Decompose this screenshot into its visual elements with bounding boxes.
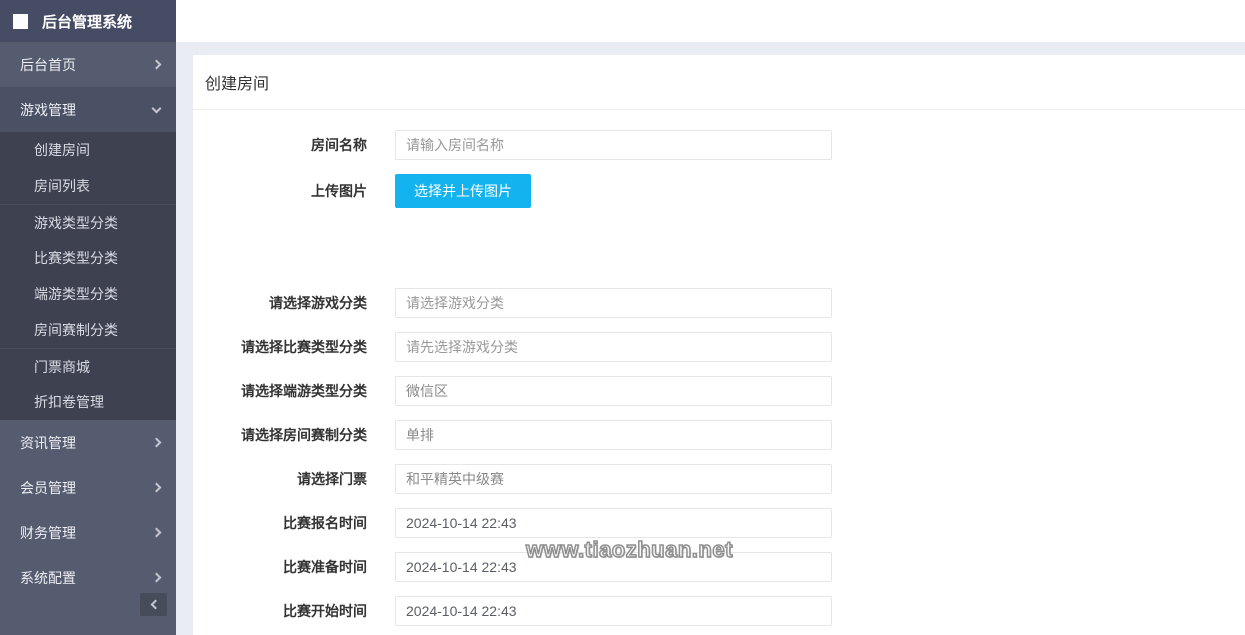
- start-time-label: 比赛开始时间: [193, 601, 367, 621]
- sidebar-subitem-match-type-category[interactable]: 比赛类型分类: [0, 240, 176, 276]
- main-area: 创建房间 房间名称 上传图片 选择并上传图片: [176, 0, 1245, 635]
- sidebar-item-game-management[interactable]: 游戏管理: [0, 87, 176, 132]
- sidebar-subitem-ticket-mall[interactable]: 门票商城: [0, 348, 176, 384]
- page-title: 创建房间: [193, 55, 1245, 109]
- app-layout: 后台管理系统 后台首页 游戏管理 创建房间 房间列表 游戏类型分类 比赛类型分类: [0, 0, 1245, 635]
- sidebar-submenu-game: 创建房间 房间列表 游戏类型分类 比赛类型分类 端游类型分类 房间赛制分类 门票…: [0, 132, 176, 420]
- prepare-time-input[interactable]: [395, 552, 832, 582]
- prepare-time-label: 比赛准备时间: [193, 557, 367, 577]
- upload-image-label: 上传图片: [193, 181, 367, 201]
- chevron-down-icon: [152, 103, 162, 113]
- form-row: 房间名称: [193, 130, 1245, 160]
- form-row: 请选择房间赛制分类: [193, 420, 1245, 450]
- signup-time-label: 比赛报名时间: [193, 513, 367, 533]
- chevron-left-icon: [150, 600, 160, 610]
- image-preview-spacer: [193, 222, 1245, 288]
- form-row: 请选择端游类型分类: [193, 376, 1245, 406]
- content-area: 创建房间 房间名称 上传图片 选择并上传图片: [176, 42, 1245, 635]
- client-game-select[interactable]: [395, 376, 832, 406]
- sidebar-item-label: 游戏管理: [20, 100, 76, 120]
- sidebar-subitem-client-game-category[interactable]: 端游类型分类: [0, 276, 176, 312]
- start-time-input[interactable]: [395, 596, 832, 626]
- sidebar-item-label: 资讯管理: [20, 433, 76, 453]
- form-row: 比赛开始时间: [193, 596, 1245, 626]
- subitem-label: 游戏类型分类: [34, 213, 118, 233]
- subitem-label: 比赛类型分类: [34, 248, 118, 268]
- form-row: 比赛报名时间: [193, 508, 1245, 538]
- game-category-select[interactable]: [395, 288, 832, 318]
- logo-icon: [13, 14, 28, 29]
- topbar: [176, 0, 1245, 42]
- room-format-label: 请选择房间赛制分类: [193, 425, 367, 445]
- sidebar-item-home[interactable]: 后台首页: [0, 42, 176, 87]
- sidebar-item-label: 系统配置: [20, 568, 76, 588]
- sidebar-header: 后台管理系统: [0, 0, 176, 42]
- create-room-form: 房间名称 上传图片 选择并上传图片 请选择游戏分类: [193, 110, 1245, 626]
- ticket-select[interactable]: [395, 464, 832, 494]
- match-type-label: 请选择比赛类型分类: [193, 337, 367, 357]
- ticket-label: 请选择门票: [193, 469, 367, 489]
- create-room-card: 创建房间 房间名称 上传图片 选择并上传图片: [193, 55, 1245, 635]
- app-title: 后台管理系统: [42, 11, 132, 32]
- sidebar-item-label: 会员管理: [20, 478, 76, 498]
- form-row: 请选择门票: [193, 464, 1245, 494]
- game-category-label: 请选择游戏分类: [193, 293, 367, 313]
- subitem-label: 端游类型分类: [34, 284, 118, 304]
- sidebar-subitem-room-format-category[interactable]: 房间赛制分类: [0, 312, 176, 348]
- sidebar-subitem-game-type-category[interactable]: 游戏类型分类: [0, 204, 176, 240]
- form-row: 请选择比赛类型分类: [193, 332, 1245, 362]
- subitem-label: 房间赛制分类: [34, 320, 118, 340]
- signup-time-input[interactable]: [395, 508, 832, 538]
- chevron-right-icon: [152, 438, 162, 448]
- sidebar-item-finance-management[interactable]: 财务管理: [0, 510, 176, 555]
- sidebar-collapse-button[interactable]: [140, 593, 167, 616]
- form-row: 上传图片 选择并上传图片: [193, 174, 1245, 208]
- sidebar-subitem-room-list[interactable]: 房间列表: [0, 168, 176, 204]
- sidebar: 后台管理系统 后台首页 游戏管理 创建房间 房间列表 游戏类型分类 比赛类型分类: [0, 0, 176, 635]
- sidebar-subitem-discount-coupon[interactable]: 折扣卷管理: [0, 384, 176, 420]
- form-row: 比赛准备时间: [193, 552, 1245, 582]
- chevron-right-icon: [152, 573, 162, 583]
- sidebar-item-member-management[interactable]: 会员管理: [0, 465, 176, 510]
- sidebar-item-label: 财务管理: [20, 523, 76, 543]
- chevron-right-icon: [152, 528, 162, 538]
- chevron-right-icon: [152, 60, 162, 70]
- room-name-label: 房间名称: [193, 135, 367, 155]
- subitem-label: 房间列表: [34, 176, 90, 196]
- sidebar-item-label: 后台首页: [20, 55, 76, 75]
- subitem-label: 创建房间: [34, 140, 90, 160]
- sidebar-item-news-management[interactable]: 资讯管理: [0, 420, 176, 465]
- sidebar-subitem-create-room[interactable]: 创建房间: [0, 132, 176, 168]
- subitem-label: 门票商城: [34, 357, 90, 377]
- match-type-select[interactable]: [395, 332, 832, 362]
- chevron-right-icon: [152, 483, 162, 493]
- form-row: 请选择游戏分类: [193, 288, 1245, 318]
- room-name-input[interactable]: [395, 130, 832, 160]
- room-format-select[interactable]: [395, 420, 832, 450]
- subitem-label: 折扣卷管理: [34, 392, 104, 412]
- upload-image-button[interactable]: 选择并上传图片: [395, 174, 531, 208]
- client-game-label: 请选择端游类型分类: [193, 381, 367, 401]
